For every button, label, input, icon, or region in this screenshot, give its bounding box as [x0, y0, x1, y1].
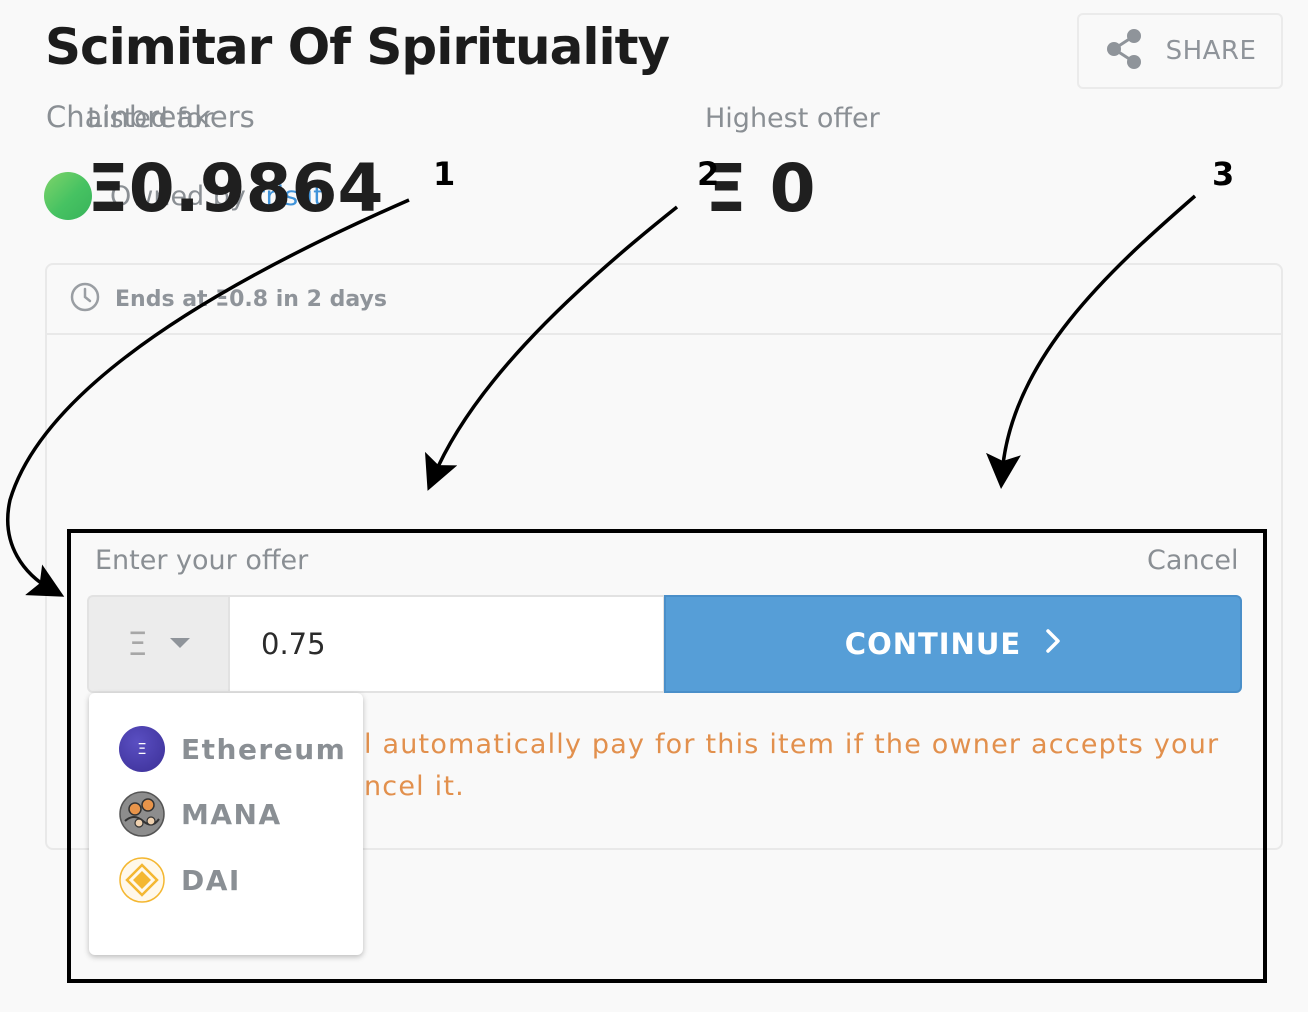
mana-icon	[119, 791, 165, 837]
currency-option-label: Ethereum	[181, 732, 347, 766]
callout-number-3: 3	[1212, 155, 1235, 193]
currency-dropdown: Ξ Ethereum MANA DAI	[89, 693, 363, 955]
currency-select[interactable]: Ξ	[87, 595, 228, 693]
currency-option-label: DAI	[181, 863, 241, 897]
owner-avatar[interactable]	[44, 172, 92, 220]
chevron-right-icon	[1045, 627, 1061, 661]
offer-warning-text: l automatically pay for this item if the…	[364, 724, 1244, 808]
continue-button[interactable]: CONTINUE	[664, 595, 1242, 693]
warning-line-1: l automatically pay for this item if the…	[364, 729, 1220, 760]
offer-amount-input[interactable]	[228, 595, 665, 693]
currency-option-dai[interactable]: DAI	[119, 856, 241, 904]
listed-price: Ξ0.9864	[87, 150, 384, 227]
auction-ends-text: Ends at Ξ0.8 in 2 days	[115, 286, 387, 312]
highest-offer-label: Highest offer	[705, 103, 880, 134]
share-label: SHARE	[1165, 36, 1257, 66]
listed-for-label: Listed for	[87, 103, 214, 134]
ethereum-icon: Ξ	[119, 726, 165, 772]
continue-label: CONTINUE	[844, 627, 1022, 661]
currency-option-label: MANA	[181, 797, 282, 831]
enter-offer-label: Enter your offer	[95, 545, 309, 576]
dai-icon	[119, 857, 165, 903]
currency-symbol: Ξ	[127, 625, 148, 663]
item-title: Scimitar Of Spirituality	[45, 18, 670, 76]
warning-line-2: ncel it.	[364, 771, 465, 802]
clock-icon	[69, 281, 101, 317]
share-button[interactable]: SHARE	[1077, 13, 1283, 89]
currency-option-mana[interactable]: MANA	[119, 790, 282, 838]
cancel-link[interactable]: Cancel	[1147, 545, 1238, 576]
callout-number-1: 1	[433, 155, 456, 193]
chevron-down-icon	[169, 635, 190, 654]
share-icon	[1104, 28, 1144, 74]
callout-number-2: 2	[697, 155, 720, 193]
currency-option-ethereum[interactable]: Ξ Ethereum	[119, 725, 346, 773]
highest-offer-price: Ξ 0	[705, 150, 816, 227]
auction-header: Ends at Ξ0.8 in 2 days	[47, 265, 1281, 335]
